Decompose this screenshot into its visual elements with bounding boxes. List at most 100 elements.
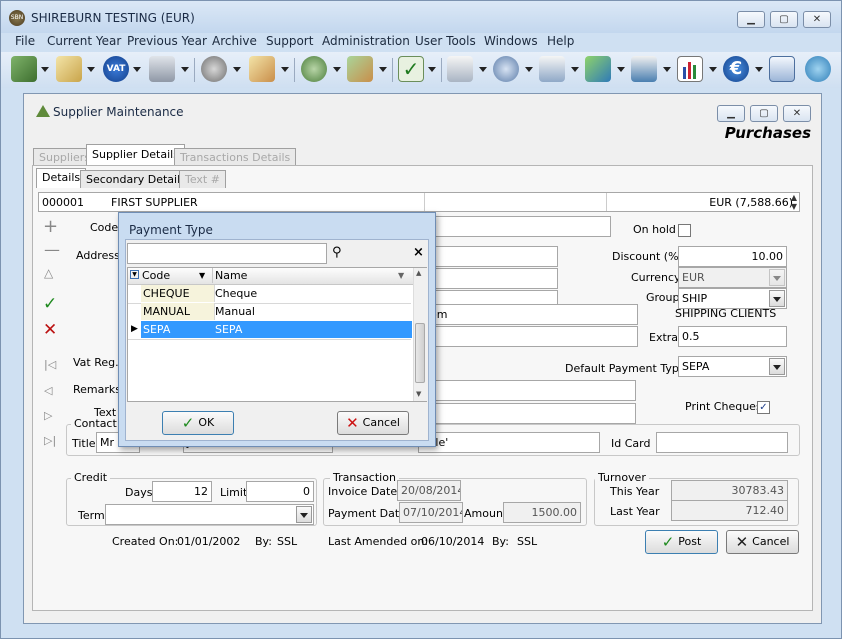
record-selector[interactable]: 000001 FIRST SUPPLIER EUR (7,588.66)	[38, 192, 800, 212]
grid-row-sepa[interactable]: ▶ SEPA SEPA	[128, 321, 412, 340]
text-field[interactable]	[426, 403, 636, 424]
post-button[interactable]: ✓ Post	[645, 530, 718, 554]
clear-search-icon[interactable]: ×	[413, 245, 424, 260]
term-select[interactable]	[105, 504, 314, 525]
vat-dropdown-icon[interactable]	[133, 67, 141, 72]
record-spinner[interactable]: ▲ ▼	[788, 193, 800, 211]
website-field[interactable]	[426, 326, 638, 347]
payroll-dropdown-icon[interactable]	[479, 67, 487, 72]
discount-field[interactable]: 10.00	[678, 246, 787, 267]
transfer-icon[interactable]	[585, 56, 611, 82]
ledger-dropdown-icon[interactable]	[41, 67, 49, 72]
currency-select[interactable]: EUR	[678, 267, 787, 288]
previous-record-icon[interactable]: ◁	[44, 384, 52, 397]
id-card-field[interactable]	[656, 432, 788, 453]
tab-transactions-details[interactable]: Transactions Details	[174, 148, 297, 166]
close-button[interactable]: ✕	[803, 11, 831, 28]
cancel-record-icon[interactable]: ✕	[43, 320, 57, 340]
currency-dropdown-icon[interactable]	[769, 269, 785, 286]
edit-record-icon[interactable]: △	[44, 266, 53, 280]
menu-archive[interactable]: Archive	[212, 34, 257, 48]
menu-support[interactable]: Support	[266, 34, 313, 48]
employees-dropdown-icon[interactable]	[525, 67, 533, 72]
purchases-dropdown-icon[interactable]	[333, 67, 341, 72]
scroll-down-icon[interactable]: ▼	[416, 390, 421, 398]
code-sort-icon[interactable]: ▼	[199, 268, 205, 283]
scroll-up-icon[interactable]: ▲	[416, 269, 421, 277]
remarks-field[interactable]	[426, 380, 636, 401]
payment-type-dropdown-icon[interactable]	[769, 358, 785, 375]
term-dropdown-icon[interactable]	[296, 506, 312, 523]
scroll-thumb[interactable]	[415, 323, 425, 383]
email-field[interactable]: om	[426, 304, 638, 325]
first-record-icon[interactable]: |◁	[44, 358, 56, 371]
binoculars-icon[interactable]: ⚲	[332, 245, 342, 260]
menu-current-year[interactable]: Current Year	[47, 34, 121, 48]
chart-dropdown-icon[interactable]	[709, 67, 717, 72]
maximize-button[interactable]: ▢	[770, 11, 798, 28]
add-record-icon[interactable]: +	[43, 216, 58, 237]
address-line1-field[interactable]	[426, 246, 558, 267]
euro-icon[interactable]: €	[723, 56, 749, 82]
limit-field[interactable]: 0	[246, 481, 314, 502]
code-field[interactable]	[426, 216, 611, 237]
documents-icon[interactable]	[249, 56, 275, 82]
last-record-icon[interactable]: ▷|	[44, 434, 56, 447]
menu-previous-year[interactable]: Previous Year	[127, 34, 207, 48]
column-chooser-icon[interactable]: ▼	[130, 270, 139, 279]
group-dropdown-icon[interactable]	[769, 290, 785, 307]
checklist-icon[interactable]: ✓	[398, 56, 424, 82]
name-sort-icon[interactable]: ▼	[398, 268, 404, 283]
network-icon[interactable]	[805, 56, 831, 82]
euro-dropdown-icon[interactable]	[755, 67, 763, 72]
stock-icon[interactable]	[201, 56, 227, 82]
group-select[interactable]: SHIP	[678, 288, 787, 309]
on-hold-checkbox[interactable]	[678, 224, 691, 237]
ledger-icon[interactable]	[11, 56, 37, 82]
extra-field[interactable]: 0.5	[678, 326, 787, 347]
days-field[interactable]: 12	[152, 481, 212, 502]
confirm-record-icon[interactable]: ✓	[43, 294, 57, 314]
vat-icon[interactable]: VAT	[103, 56, 129, 82]
cancel-button[interactable]: ✕ Cancel	[726, 530, 799, 554]
menu-file[interactable]: File	[15, 34, 35, 48]
menu-user-tools[interactable]: User Tools	[415, 34, 476, 48]
surname-field[interactable]: Pule'	[418, 432, 600, 453]
column-name[interactable]: Name	[215, 268, 247, 283]
next-record-icon[interactable]: ▷	[44, 409, 52, 422]
employees-icon[interactable]	[493, 56, 519, 82]
default-payment-type-select[interactable]: SEPA	[678, 356, 787, 377]
reports-icon[interactable]	[539, 56, 565, 82]
bank-dropdown-icon[interactable]	[181, 67, 189, 72]
transfer-dropdown-icon[interactable]	[617, 67, 625, 72]
invoices-icon[interactable]	[347, 56, 373, 82]
print-cheques-checkbox[interactable]: ✓	[757, 401, 770, 414]
grid-scrollbar[interactable]: ▲ ▼	[413, 268, 427, 401]
menu-help[interactable]: Help	[547, 34, 574, 48]
stock-dropdown-icon[interactable]	[233, 67, 241, 72]
tab-details[interactable]: Details	[36, 168, 87, 188]
tab-secondary-details[interactable]: Secondary Details	[80, 170, 192, 188]
invoices-dropdown-icon[interactable]	[379, 67, 387, 72]
child-minimize-button[interactable]: ▁	[717, 105, 745, 122]
shipping-dropdown-icon[interactable]	[663, 67, 671, 72]
delete-record-icon[interactable]: —	[44, 240, 60, 259]
menu-windows[interactable]: Windows	[484, 34, 538, 48]
bar-chart-icon[interactable]	[677, 56, 703, 82]
tab-supplier-details[interactable]: Supplier Details	[86, 144, 185, 166]
purchases-icon[interactable]	[301, 56, 327, 82]
dialog-ok-button[interactable]: ✓ OK	[162, 411, 234, 435]
dialog-search-input[interactable]	[127, 243, 327, 264]
address-line2-field[interactable]	[426, 268, 558, 289]
sales-dropdown-icon[interactable]	[87, 67, 95, 72]
menu-administration[interactable]: Administration	[322, 34, 410, 48]
payroll-icon[interactable]	[447, 56, 473, 82]
grid-row-manual[interactable]: MANUAL Manual	[128, 303, 411, 322]
tab-text[interactable]: Text #	[179, 170, 226, 188]
reports-dropdown-icon[interactable]	[571, 67, 579, 72]
grid-row-cheque[interactable]: CHEQUE Cheque	[128, 285, 411, 304]
bank-icon[interactable]	[149, 56, 175, 82]
documents-dropdown-icon[interactable]	[281, 67, 289, 72]
shipping-icon[interactable]	[631, 56, 657, 82]
minimize-button[interactable]: ▁	[737, 11, 765, 28]
